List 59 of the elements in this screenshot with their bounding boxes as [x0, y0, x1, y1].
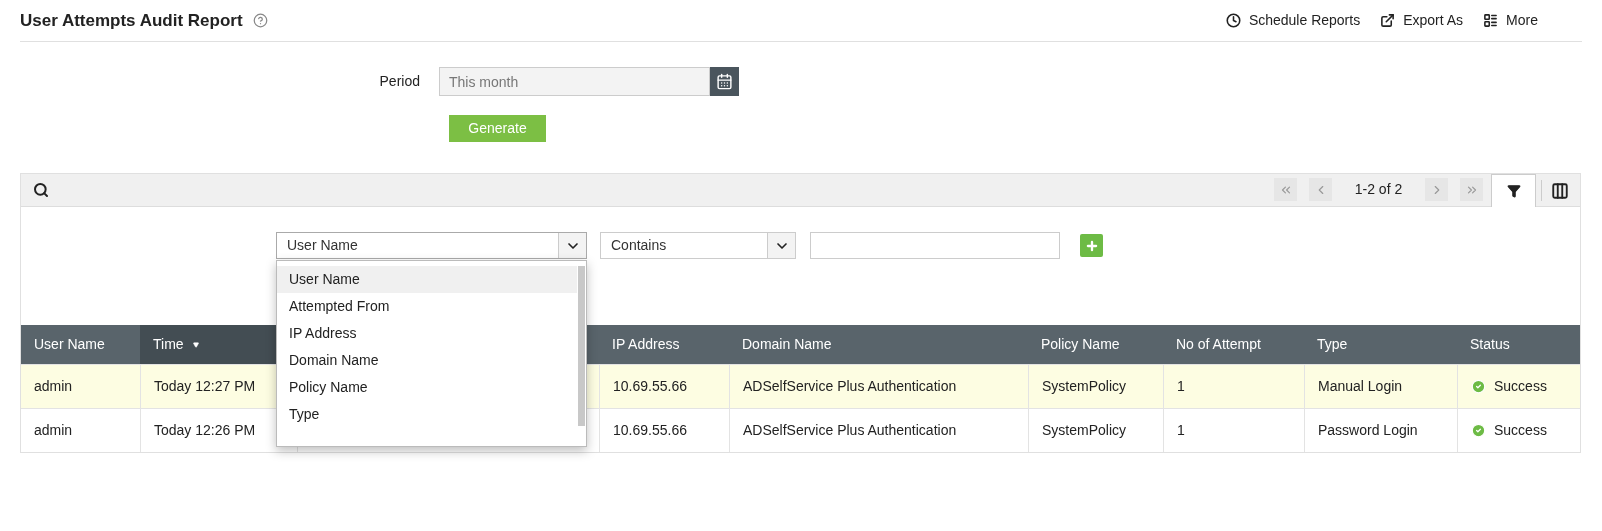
dropdown-option[interactable]: Policy Name: [277, 374, 577, 401]
table-cell-text: Today 12:27 PM: [154, 377, 256, 396]
table-cell-text: Password Login: [1318, 421, 1418, 440]
column-header[interactable]: Policy Name: [1041, 334, 1120, 355]
table-cell-text: Success: [1494, 421, 1547, 440]
last-page-button[interactable]: [1460, 178, 1483, 201]
add-filter-button[interactable]: [1080, 234, 1103, 257]
table-cell-text: 1: [1177, 377, 1185, 396]
field-select[interactable]: User Name: [276, 232, 587, 259]
page-title: User Attempts Audit Report: [20, 9, 243, 32]
page-info: 1-2 of 2: [1353, 180, 1404, 199]
success-icon: [1471, 423, 1486, 438]
table-cell-text: admin: [34, 421, 73, 440]
column-header[interactable]: Type: [1317, 334, 1348, 355]
table-cell-text: ADSelfService Plus Authentication: [743, 421, 957, 440]
add-column-button[interactable]: [1549, 180, 1571, 201]
sort-icon: [191, 341, 200, 348]
table-cell-text: SystemPolicy: [1042, 377, 1127, 396]
search-icon[interactable]: [33, 182, 49, 198]
period-field[interactable]: This month: [439, 67, 710, 96]
column-header[interactable]: Status: [1470, 334, 1510, 355]
dropdown-option[interactable]: IP Address: [277, 320, 577, 347]
dropdown-option[interactable]: Attempted From: [277, 293, 577, 320]
dropdown-option[interactable]: User Name: [277, 266, 577, 293]
column-header[interactable]: Domain Name: [742, 334, 832, 355]
calendar-button[interactable]: [710, 67, 739, 96]
column-header[interactable]: User Name: [34, 334, 105, 355]
table-cell-text: Manual Login: [1318, 377, 1403, 396]
help-icon[interactable]: [252, 13, 268, 28]
toolbar-action-button[interactable]: More: [1483, 10, 1538, 31]
first-page-button[interactable]: [1274, 178, 1297, 201]
table-cell-text: admin: [34, 377, 73, 396]
operator-select[interactable]: Contains: [600, 232, 796, 259]
calendar-icon: [716, 73, 733, 90]
table-cell-text: 10.69.55.66: [613, 421, 687, 440]
table-cell-text: Today 12:26 PM: [154, 421, 256, 440]
table-cell-text: 1: [1177, 421, 1185, 440]
plus-icon: [1084, 238, 1099, 253]
filter-icon: [1506, 184, 1521, 198]
table-cell-text: SystemPolicy: [1042, 421, 1127, 440]
toolbar-action-button[interactable]: Export As: [1380, 10, 1464, 31]
previous-page-button[interactable]: [1309, 178, 1332, 201]
table-cell-text: 10.69.55.66: [613, 377, 687, 396]
scrollbar-thumb[interactable]: [578, 266, 585, 426]
columns-icon: [1551, 181, 1569, 200]
next-page-button[interactable]: [1425, 178, 1448, 201]
period-label: Period: [378, 72, 421, 91]
column-header[interactable]: Time: [153, 334, 200, 355]
table-cell-text: Success: [1494, 377, 1547, 396]
list-icon: [1483, 13, 1499, 28]
column-header[interactable]: IP Address: [612, 334, 680, 355]
table-cell-text: ADSelfService Plus Authentication: [743, 377, 957, 396]
column-header[interactable]: No of Attempt: [1176, 334, 1261, 355]
toolbar-action-button[interactable]: Schedule Reports: [1225, 10, 1361, 31]
export-icon: [1380, 13, 1396, 28]
filter-tab[interactable]: [1491, 174, 1536, 207]
clock-icon: [1225, 13, 1241, 28]
filter-value-field[interactable]: [810, 232, 1060, 259]
success-icon: [1471, 379, 1486, 394]
